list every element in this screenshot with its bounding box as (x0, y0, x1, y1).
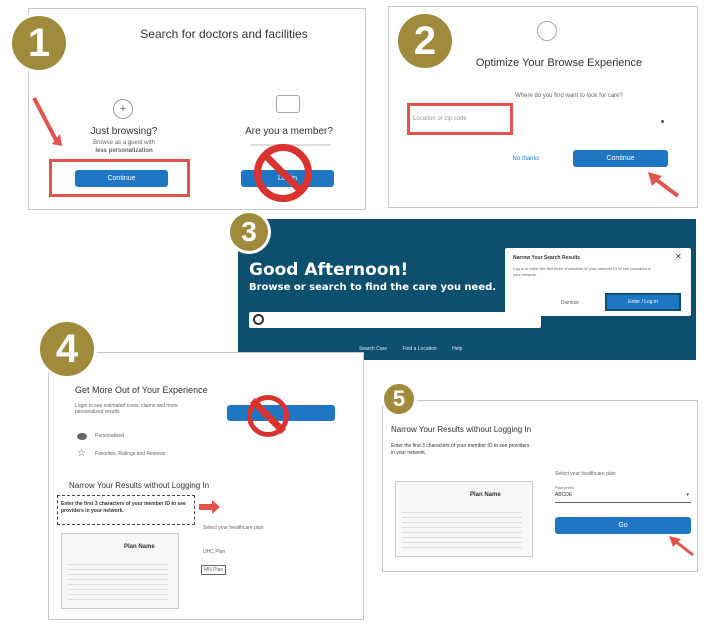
card-lines (68, 560, 168, 600)
card-plan-name: Plan Name (124, 544, 155, 550)
popup-button[interactable]: Enter / Log in (605, 293, 681, 311)
browse-title: Just browsing? (90, 126, 158, 137)
greeting-subtitle: Browse or search to find the care you ne… (249, 282, 497, 293)
dot-marker (661, 120, 664, 123)
go-button[interactable]: Go (555, 517, 691, 534)
option2-label: Favorites, Ratings and Reviews (95, 451, 166, 457)
step5-plan-label: Select your healthcare plan (555, 471, 616, 477)
step4-panel: Get More Out of Your Experience Login to… (48, 352, 364, 620)
person-icon (77, 433, 87, 440)
arrow-icon (648, 172, 680, 198)
step1-panel: Search for doctors and facilities + Just… (28, 8, 366, 210)
header-menu (509, 226, 679, 240)
step2-continue-button[interactable]: Continue (573, 150, 668, 167)
select-value: ABCDE (555, 492, 573, 498)
continue-highlight (49, 159, 190, 197)
browse-icon: + (113, 99, 133, 119)
close-icon[interactable]: ✕ (675, 252, 682, 261)
select-label: Plan prefix (555, 485, 574, 490)
option1-label: Personalized (95, 433, 124, 439)
nav-bar: Search Care Find a Location Help (359, 346, 462, 352)
step4-login-text: Login to see estimated costs, claims and… (75, 403, 178, 415)
popup-text: Log in or enter the first three characte… (513, 266, 652, 277)
card-lines (402, 508, 522, 548)
nav-item[interactable]: Help (452, 346, 462, 352)
member-title: Are you a member? (245, 126, 333, 137)
arrow-head-icon (212, 500, 220, 514)
narrow-highlight (57, 495, 195, 525)
step5-badge: 5 (384, 384, 414, 414)
dismiss-link[interactable]: Dismiss (561, 300, 579, 306)
optimize-icon (537, 21, 557, 41)
narrow-title: Narrow Your Results without Logging In (69, 481, 210, 490)
arrow-icon (32, 97, 62, 146)
member-card: Plan Name (395, 481, 533, 557)
browse-line2: less personalization (95, 148, 153, 154)
plan-option[interactable]: UHC Plan (203, 549, 225, 555)
arrow-icon (669, 536, 694, 557)
step3-panel: Good Afternoon! Browse or search to find… (238, 219, 696, 360)
card-plan-name: Plan Name (470, 492, 501, 498)
step2-title: Optimize Your Browse Experience (475, 57, 643, 69)
member-icon (276, 95, 300, 113)
member-card: Plan Name (61, 533, 179, 609)
plan-option[interactable]: MN Plan (201, 565, 227, 575)
location-highlight (407, 103, 513, 135)
greeting: Good Afternoon! (249, 260, 409, 280)
popup-title: Narrow Your Search Results (513, 255, 581, 261)
arrow-icon (199, 504, 213, 510)
step2-badge: 2 (398, 14, 452, 68)
prohibited-icon (247, 395, 289, 437)
no-thanks-link[interactable]: No thanks (501, 156, 551, 162)
step5-title: Narrow Your Results without Logging In (391, 425, 532, 434)
step2-question: Where do you find want to look for care? (515, 93, 623, 99)
step5-text: Enter the first 3 characters of your mem… (391, 443, 530, 456)
step1-title: Search for doctors and facilities (140, 27, 308, 41)
nav-item[interactable]: Find a Location (402, 346, 436, 352)
browse-line1: Browse as a guest with (93, 140, 155, 146)
step4-badge: 4 (40, 322, 94, 376)
step4-title: Get More Out of Your Experience (75, 385, 208, 395)
plan-label: Select your healthcare plan (203, 525, 264, 531)
chevron-down-icon: ▾ (686, 492, 689, 498)
step5-panel: Narrow Your Results without Logging In E… (382, 400, 698, 572)
star-icon: ☆ (77, 448, 86, 459)
step1-badge: 1 (12, 16, 66, 70)
search-icon (253, 314, 264, 325)
step3-badge: 3 (230, 213, 268, 251)
prohibited-icon (254, 144, 312, 202)
plan-select[interactable]: ABCDE ▾ (555, 492, 691, 503)
narrow-popup: Narrow Your Search Results ✕ Log in or e… (505, 248, 691, 316)
search-bar[interactable] (249, 312, 541, 328)
